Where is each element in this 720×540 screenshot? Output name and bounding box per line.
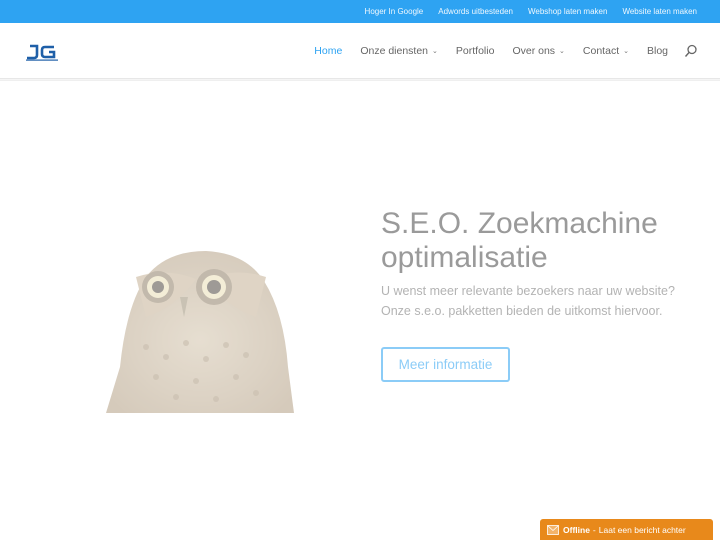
nav-label: Over ons (512, 45, 556, 57)
chevron-down-icon: ⌄ (623, 48, 629, 55)
nav-label: Onze diensten (360, 45, 429, 57)
mail-icon (547, 524, 559, 535)
chat-widget[interactable]: Offline - Laat een bericht achter (540, 519, 713, 540)
nav-item-onze-diensten[interactable]: Onze diensten ⌄ (360, 45, 438, 57)
search-icon[interactable] (684, 44, 698, 58)
nav-item-portfolio[interactable]: Portfolio (456, 45, 495, 57)
hero-subtitle: U wenst meer relevante bezoekers naar uw… (381, 284, 675, 318)
nav-label: Portfolio (455, 45, 495, 57)
main-nav: Home Onze diensten ⌄ Portfolio Over ons … (296, 23, 698, 79)
nav-item-over-ons[interactable]: Over ons ⌄ (512, 45, 564, 57)
top-bar: Hoger In Google Adwords uitbesteden Webs… (0, 0, 720, 23)
hero-title: S.E.O. Zoekmachine optimalisatie (381, 207, 658, 274)
chat-status: Offline (563, 524, 590, 535)
hero-section: S.E.O. Zoekmachine optimalisatie U wenst… (0, 80, 720, 540)
chat-message: Laat een bericht achter (598, 524, 686, 535)
topbar-link-website[interactable]: Website laten maken (622, 7, 697, 16)
topbar-link-webshop[interactable]: Webshop laten maken (528, 7, 607, 16)
topbar-link-hoger-in-google[interactable]: Hoger In Google (365, 7, 424, 16)
topbar-link-adwords[interactable]: Adwords uitbesteden (438, 7, 513, 16)
nav-item-contact[interactable]: Contact ⌄ (583, 45, 629, 57)
main-header: Home Onze diensten ⌄ Portfolio Over ons … (0, 23, 720, 79)
nav-label: Home (314, 45, 343, 57)
chevron-down-icon: ⌄ (432, 48, 438, 55)
chat-separator: - (592, 524, 596, 535)
nav-label: Blog (646, 45, 668, 57)
nav-item-blog[interactable]: Blog (647, 45, 668, 57)
meer-informatie-button[interactable]: Meer informatie (381, 347, 510, 382)
chevron-down-icon: ⌄ (559, 48, 565, 55)
site-logo[interactable] (24, 44, 60, 62)
nav-item-home[interactable]: Home (314, 45, 342, 57)
nav-label: Contact (582, 45, 620, 57)
owl-image (106, 251, 294, 413)
